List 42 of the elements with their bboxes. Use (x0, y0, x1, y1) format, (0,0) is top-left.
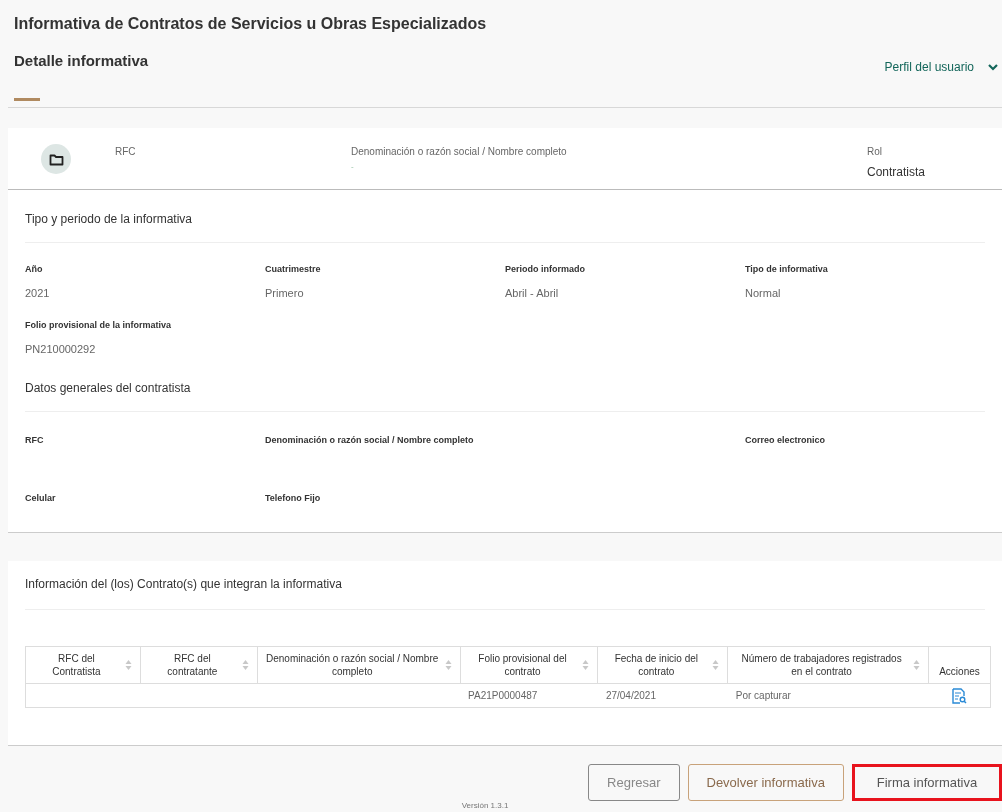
section-title: Datos generales del contratista (25, 379, 985, 412)
action-button[interactable]: Firma informativa (852, 764, 1002, 801)
field-value: 2021 (25, 285, 51, 301)
sort-icon[interactable] (124, 659, 132, 671)
sort-icon[interactable] (444, 659, 452, 671)
field-label: RFC (25, 434, 45, 447)
page-title: Informativa de Contratos de Servicios u Obras Especializados (14, 14, 488, 34)
tab-indicator (14, 98, 40, 101)
sort-icon[interactable] (582, 659, 590, 671)
sort-icon[interactable] (912, 659, 920, 671)
section-title: Tipo y periodo de la informativa (25, 210, 985, 243)
field-label: Denominación o razón social / Nombre completo (265, 434, 475, 447)
profile-menu[interactable]: Perfil del usuario (884, 58, 998, 76)
table-cell: PA21P0000487 (468, 690, 538, 701)
action-button[interactable]: Devolver informativa (687, 764, 844, 801)
section-title: Información del (los) Contrato(s) que integran la informativa (25, 575, 985, 610)
field-label: Denominación o razón social / Nombre completo (351, 145, 568, 159)
field-label: Periodo informado (505, 263, 586, 276)
field-value: Abril - Abril (505, 285, 560, 301)
field-value: PN210000292 (25, 341, 97, 357)
field-value: Normal (745, 285, 782, 301)
chevron-icon (988, 63, 998, 71)
field-label: Rol (867, 145, 883, 159)
view-document-icon[interactable] (951, 687, 968, 704)
field-label: Tipo de informativa (745, 263, 829, 276)
field-label: Folio provisional de la informativa (25, 319, 173, 332)
table-cell: Por capturar (735, 690, 791, 701)
sort-icon[interactable] (241, 659, 249, 671)
table-cell: 27/04/2021 (605, 690, 656, 701)
field-value: Contratista (867, 164, 926, 181)
field-label: RFC (115, 145, 137, 159)
field-label: Cuatrimestre (265, 263, 322, 276)
field-label: Correo electronico (745, 434, 827, 447)
field-value: - (351, 163, 355, 171)
sort-icon[interactable] (712, 659, 720, 671)
field-label: Año (25, 263, 44, 276)
field-value: Primero (265, 285, 305, 301)
folder-icon (41, 144, 71, 174)
page-subtitle: Detalle informativa (14, 51, 149, 71)
field-label: Telefono Fijo (265, 491, 322, 505)
field-label: Celular (25, 491, 57, 505)
version-text: Versión 1.3.1 (461, 801, 509, 811)
